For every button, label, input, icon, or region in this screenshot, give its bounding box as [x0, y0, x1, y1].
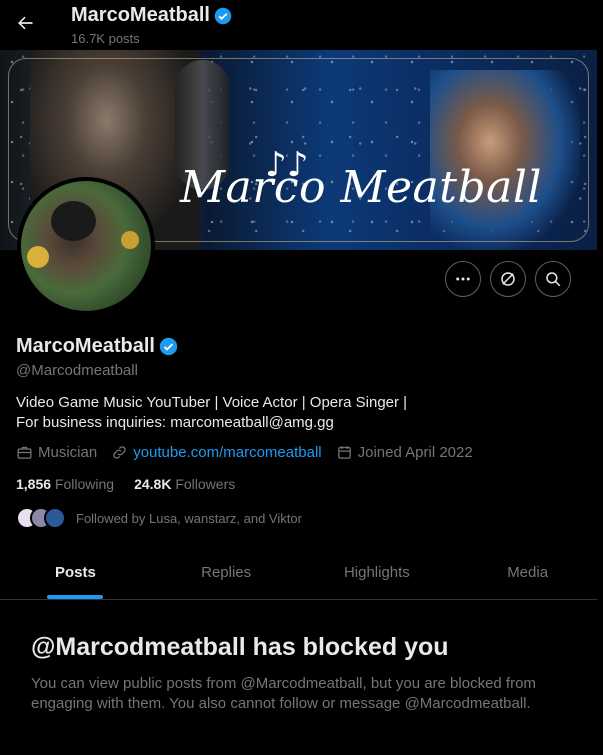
top-bar: MarcoMeatball 16.7K posts — [0, 0, 603, 50]
blocked-title: @Marcodmeatball has blocked you — [31, 633, 449, 661]
followed-by-avatars — [16, 507, 66, 529]
profile-meta: Musician youtube.com/marcomeatball Joine… — [16, 444, 487, 461]
tab-posts[interactable]: Posts — [0, 545, 151, 599]
profile-joined: Joined April 2022 — [336, 444, 473, 461]
following-link[interactable]: 1,856 Following — [16, 476, 114, 492]
tab-label: Posts — [54, 563, 96, 581]
more-button[interactable] — [445, 261, 481, 297]
arrow-left-icon — [18, 16, 33, 30]
following-label: Following — [54, 476, 115, 492]
briefcase-icon — [17, 446, 32, 459]
followed-by-text: Followed by Lusa, wanstarz, and Viktor — [76, 510, 302, 526]
search-button[interactable] — [535, 261, 571, 297]
more-icon — [456, 277, 470, 281]
scrollbar[interactable] — [597, 0, 603, 755]
tab-label: Replies — [201, 563, 252, 581]
followers-count: 24.8K — [134, 476, 172, 492]
verified-badge-icon — [159, 337, 178, 356]
category-text: Musician — [38, 444, 98, 461]
profile-stats: 1,856 Following 24.8K Followers — [16, 476, 255, 492]
header-post-count: 16.7K posts — [71, 31, 140, 46]
profile-link[interactable]: youtube.com/marcomeatball — [111, 444, 322, 461]
link-icon — [113, 446, 126, 459]
tab-label: Highlights — [343, 563, 410, 581]
verified-badge-icon — [214, 7, 232, 24]
bio-line-2: For business inquiries: marcomeatball@am… — [16, 414, 334, 431]
followers-label: Followers — [175, 476, 236, 492]
profile-link-text[interactable]: youtube.com/marcomeatball — [133, 444, 321, 461]
followed-by[interactable]: Followed by Lusa, wanstarz, and Viktor — [16, 507, 302, 529]
profile-actions — [445, 261, 571, 297]
tab-highlights[interactable]: Highlights — [302, 545, 453, 599]
mini-avatar — [44, 507, 66, 529]
profile-bio: Video Game Music YouTuber | Voice Actor … — [16, 393, 407, 433]
blocked-body: You can view public posts from @Marcodme… — [31, 675, 536, 712]
profile-category: Musician — [16, 444, 97, 461]
joined-text: Joined April 2022 — [357, 444, 473, 461]
bio-line-1: Video Game Music YouTuber | Voice Actor … — [16, 394, 408, 411]
grok-icon — [501, 272, 515, 286]
avatar[interactable] — [17, 177, 155, 315]
profile-handle: @Marcodmeatball — [16, 362, 138, 379]
followers-link[interactable]: 24.8K Followers — [134, 476, 235, 492]
header-name-text: MarcoMeatball — [71, 4, 210, 26]
display-name: MarcoMeatball — [16, 335, 178, 358]
profile-tabs: Posts Replies Highlights Media — [0, 545, 603, 600]
tab-replies[interactable]: Replies — [151, 545, 302, 599]
grok-button[interactable] — [490, 261, 526, 297]
search-icon — [546, 272, 561, 287]
header-name: MarcoMeatball — [71, 4, 232, 27]
tab-media[interactable]: Media — [452, 545, 603, 599]
calendar-icon — [337, 446, 351, 459]
display-name-text: MarcoMeatball — [16, 335, 155, 357]
following-count: 1,856 — [16, 476, 52, 492]
back-button[interactable] — [10, 8, 40, 38]
active-tab-indicator — [47, 595, 104, 599]
tab-label: Media — [507, 563, 549, 581]
